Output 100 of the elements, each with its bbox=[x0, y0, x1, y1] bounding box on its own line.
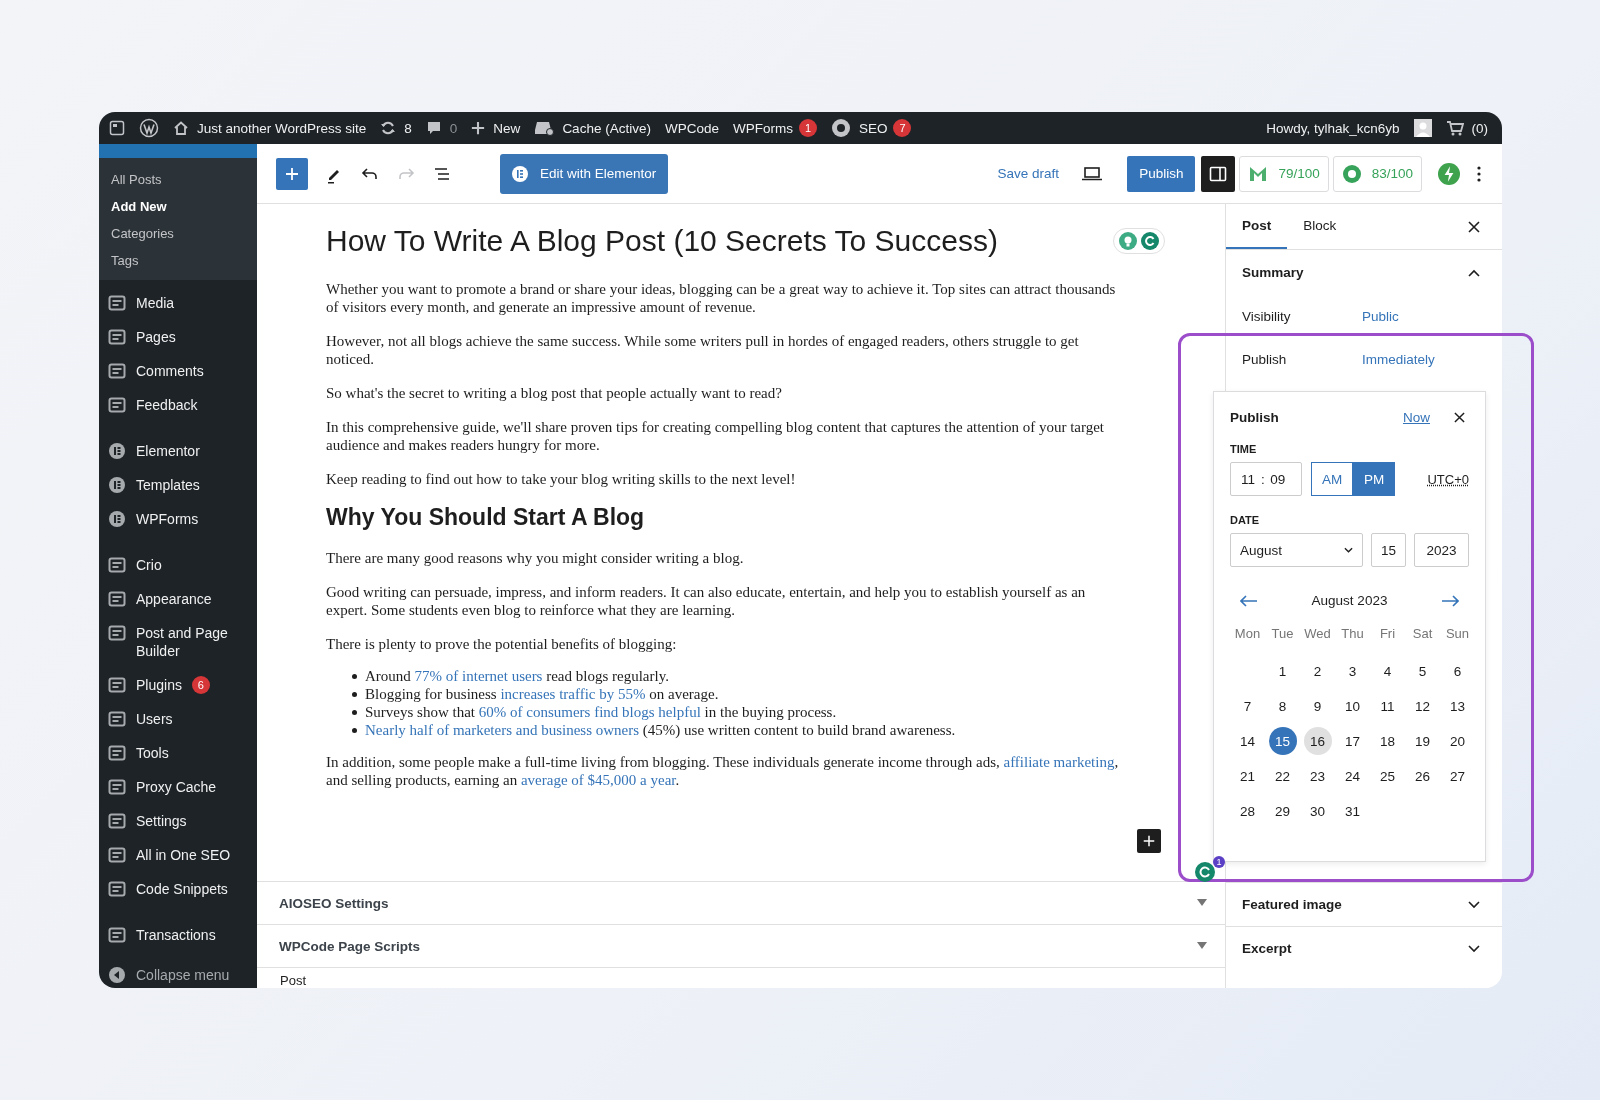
menu-item[interactable]: Comments bbox=[136, 362, 204, 380]
menu-item[interactable]: Templates bbox=[136, 476, 200, 494]
calendar-day[interactable]: 25 bbox=[1373, 762, 1402, 790]
collapse-menu-link[interactable]: Collapse menu bbox=[136, 966, 230, 984]
assistant-icon[interactable] bbox=[1195, 862, 1215, 882]
chevron-icon[interactable] bbox=[1468, 268, 1480, 277]
calendar-day[interactable]: 3 bbox=[1338, 657, 1367, 685]
updates-link[interactable]: 8 bbox=[380, 120, 412, 136]
calendar-day[interactable]: 26 bbox=[1408, 762, 1437, 790]
post-title[interactable]: How To Write A Blog Post (10 Secrets To Success) bbox=[326, 224, 998, 258]
calendar-day[interactable]: 17 bbox=[1338, 727, 1367, 755]
metabox-title[interactable]: AIOSEO Settings bbox=[279, 895, 389, 911]
add-block-button[interactable] bbox=[276, 157, 308, 190]
site-name-link[interactable]: Just another WordPress site bbox=[173, 120, 367, 136]
menu-item[interactable]: Settings bbox=[136, 812, 187, 830]
submenu-item[interactable]: All Posts bbox=[99, 166, 257, 193]
calendar-day[interactable]: 10 bbox=[1338, 692, 1367, 720]
submenu-item[interactable]: Add New bbox=[99, 193, 257, 220]
calendar-day[interactable]: 29 bbox=[1268, 797, 1297, 825]
cart-link[interactable]: (0) bbox=[1445, 120, 1488, 136]
calendar-day[interactable]: 31 bbox=[1338, 797, 1367, 825]
section-title[interactable]: Featured image bbox=[1242, 897, 1342, 912]
calendar-day[interactable]: 22 bbox=[1268, 762, 1297, 790]
day-field[interactable]: 15 bbox=[1371, 533, 1406, 567]
menu-item[interactable]: Transactions bbox=[136, 926, 216, 944]
calendar-day[interactable]: 28 bbox=[1233, 797, 1262, 825]
timezone-label[interactable]: UTC+0 bbox=[1427, 471, 1469, 487]
edit-with-elementor-button[interactable]: Edit with Elementor bbox=[500, 153, 669, 194]
meridiem-button[interactable]: AM bbox=[1311, 462, 1353, 496]
text-link[interactable]: 60% of consumers find blogs helpful bbox=[478, 704, 701, 720]
panel-tab[interactable]: Post bbox=[1226, 204, 1288, 249]
new-link[interactable]: New bbox=[471, 120, 521, 136]
triangle-icon[interactable] bbox=[1197, 942, 1207, 950]
calendar-day[interactable]: 5 bbox=[1408, 657, 1437, 685]
calendar-day[interactable]: 23 bbox=[1303, 762, 1332, 790]
calendar-day[interactable]: 6 bbox=[1443, 657, 1472, 685]
menu-item[interactable]: Feedback bbox=[136, 396, 198, 414]
calendar-day[interactable]: 2 bbox=[1303, 657, 1332, 685]
block-inserter-button[interactable] bbox=[1137, 829, 1161, 853]
text-link[interactable]: Nearly half of marketers and business owners bbox=[365, 722, 640, 738]
lightning-icon[interactable] bbox=[1438, 162, 1460, 185]
dashboard-icon[interactable] bbox=[109, 120, 125, 136]
submenu-item[interactable]: Categories bbox=[99, 220, 257, 247]
calendar-day[interactable]: 4 bbox=[1373, 657, 1402, 685]
panel-tab[interactable]: Block bbox=[1287, 204, 1353, 249]
menu-item[interactable]: Proxy Cache bbox=[136, 778, 217, 796]
close-icon[interactable] bbox=[1454, 412, 1465, 423]
text-link[interactable]: increases traffic by 55% bbox=[500, 686, 646, 702]
menu-item[interactable]: Plugins bbox=[136, 676, 182, 694]
now-link[interactable]: Now bbox=[1403, 410, 1430, 425]
wordpress-logo-icon[interactable] bbox=[139, 118, 159, 138]
calendar-day[interactable]: 14 bbox=[1233, 727, 1262, 755]
menu-item[interactable]: All in One SEO bbox=[136, 846, 231, 864]
avatar-icon[interactable] bbox=[1413, 119, 1432, 137]
minutes-field[interactable]: 09 bbox=[1266, 471, 1289, 487]
calendar-day[interactable]: 12 bbox=[1408, 692, 1437, 720]
calendar-day[interactable]: 18 bbox=[1373, 727, 1402, 755]
calendar-day[interactable]: 20 bbox=[1443, 727, 1472, 755]
year-field[interactable]: 2023 bbox=[1414, 533, 1469, 567]
save-draft-button[interactable]: Save draft bbox=[991, 166, 1066, 181]
chevron-icon[interactable] bbox=[1468, 900, 1480, 909]
hours-field[interactable]: 11 bbox=[1237, 471, 1259, 487]
menu-item[interactable]: Media bbox=[136, 294, 175, 312]
calendar-day[interactable]: 15 bbox=[1268, 727, 1297, 755]
calendar-day[interactable]: 13 bbox=[1443, 692, 1472, 720]
menu-item[interactable]: Tools bbox=[136, 744, 169, 762]
row-value-link[interactable]: Public bbox=[1362, 309, 1399, 324]
menu-item[interactable]: Post and Page Builder bbox=[136, 624, 249, 660]
wpcode-link[interactable]: WPCode bbox=[664, 120, 719, 136]
text-link[interactable]: 77% of internet users bbox=[414, 668, 543, 684]
section-title[interactable]: Summary bbox=[1242, 265, 1304, 280]
menu-item[interactable]: Code Snippets bbox=[136, 880, 228, 898]
calendar-day[interactable]: 27 bbox=[1443, 762, 1472, 790]
wpforms-link[interactable]: WPForms bbox=[732, 120, 793, 136]
menu-item[interactable]: Pages bbox=[136, 328, 176, 346]
text-link[interactable]: affiliate marketing bbox=[1003, 754, 1115, 770]
calendar-day[interactable]: 1 bbox=[1268, 657, 1297, 685]
publish-button[interactable]: Publish bbox=[1127, 155, 1196, 192]
calendar-day[interactable]: 7 bbox=[1233, 692, 1262, 720]
seo-link[interactable]: SEO bbox=[830, 118, 888, 138]
meridiem-button[interactable]: PM bbox=[1353, 462, 1395, 496]
calendar-day[interactable]: 8 bbox=[1268, 692, 1297, 720]
triangle-icon[interactable] bbox=[1197, 899, 1207, 907]
submenu-item[interactable]: Tags bbox=[99, 247, 257, 274]
row-value-link[interactable]: Immediately bbox=[1362, 352, 1435, 367]
comments-link[interactable]: 0 bbox=[425, 120, 458, 136]
section-title[interactable]: Excerpt bbox=[1242, 941, 1292, 956]
calendar-day[interactable]: 19 bbox=[1408, 727, 1437, 755]
menu-item[interactable]: WPForms bbox=[136, 510, 199, 528]
breadcrumb[interactable]: Post bbox=[280, 972, 306, 988]
calendar-day[interactable]: 30 bbox=[1303, 797, 1332, 825]
calendar-day[interactable]: 21 bbox=[1233, 762, 1262, 790]
calendar-day[interactable]: 9 bbox=[1303, 692, 1332, 720]
month-select[interactable]: August bbox=[1230, 533, 1363, 567]
calendar-day[interactable]: 16 bbox=[1303, 727, 1332, 755]
close-icon[interactable] bbox=[1468, 220, 1480, 233]
chevron-icon[interactable] bbox=[1468, 944, 1480, 953]
calendar-day[interactable]: 24 bbox=[1338, 762, 1367, 790]
menu-item[interactable]: Crio bbox=[136, 556, 162, 574]
arrow-left-icon[interactable] bbox=[1240, 594, 1258, 607]
